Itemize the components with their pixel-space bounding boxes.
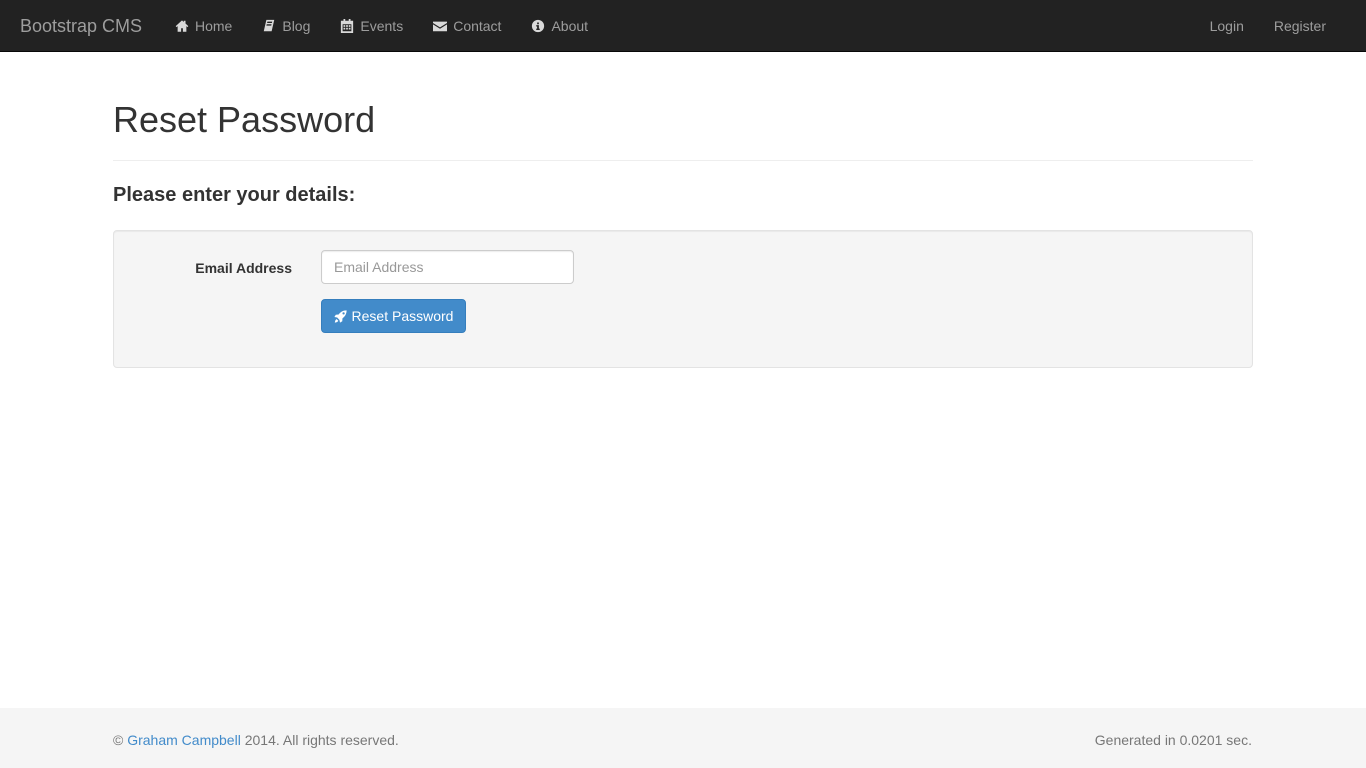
footer-copyright: © Graham Campbell 2014. All rights reser…: [113, 730, 399, 750]
reset-button-label: Reset Password: [351, 308, 454, 324]
nav-item-label: Blog: [282, 18, 311, 34]
nav-left-menu: Home Blog Events Contact About: [160, 0, 603, 52]
generation-time: Generated in 0.0201 sec.: [1094, 732, 1252, 748]
form-subtitle: Please enter your details:: [113, 184, 356, 206]
page-footer: © Graham Campbell 2014. All rights reser…: [0, 708, 1366, 768]
email-field[interactable]: [321, 250, 574, 284]
nav-item-about[interactable]: About: [516, 0, 603, 52]
brand-link[interactable]: Bootstrap CMS: [20, 0, 142, 52]
copyright-symbol: ©: [113, 732, 124, 748]
top-navbar: Bootstrap CMS Home Blog Events Contact A…: [0, 0, 1366, 52]
envelope-icon: [433, 19, 448, 33]
rights-text: 2014. All rights reserved.: [244, 732, 399, 748]
calendar-icon: [340, 19, 354, 33]
nav-item-label: About: [551, 18, 589, 34]
book-icon: [262, 19, 276, 33]
title-divider: [113, 160, 1253, 161]
nav-item-events[interactable]: Events: [325, 0, 418, 52]
reset-password-button[interactable]: Reset Password: [321, 299, 466, 333]
rocket-icon: [333, 309, 347, 323]
nav-item-home[interactable]: Home: [160, 0, 247, 52]
nav-item-label: Home: [195, 18, 233, 34]
nav-item-login[interactable]: Login: [1195, 0, 1259, 52]
nav-item-label: Contact: [453, 18, 502, 34]
nav-item-blog[interactable]: Blog: [247, 0, 325, 52]
home-icon: [175, 19, 189, 33]
page-title: Reset Password: [113, 99, 376, 140]
nav-item-register[interactable]: Register: [1259, 0, 1341, 52]
nav-item-contact[interactable]: Contact: [418, 0, 516, 52]
email-label: Email Address: [195, 260, 292, 276]
reset-form-panel: Email Address Reset Password: [113, 230, 1253, 368]
nav-item-label: Events: [360, 18, 404, 34]
nav-right-menu: Login Register: [1195, 0, 1341, 52]
info-icon: [531, 19, 545, 33]
author-link[interactable]: Graham Campbell: [127, 732, 241, 748]
